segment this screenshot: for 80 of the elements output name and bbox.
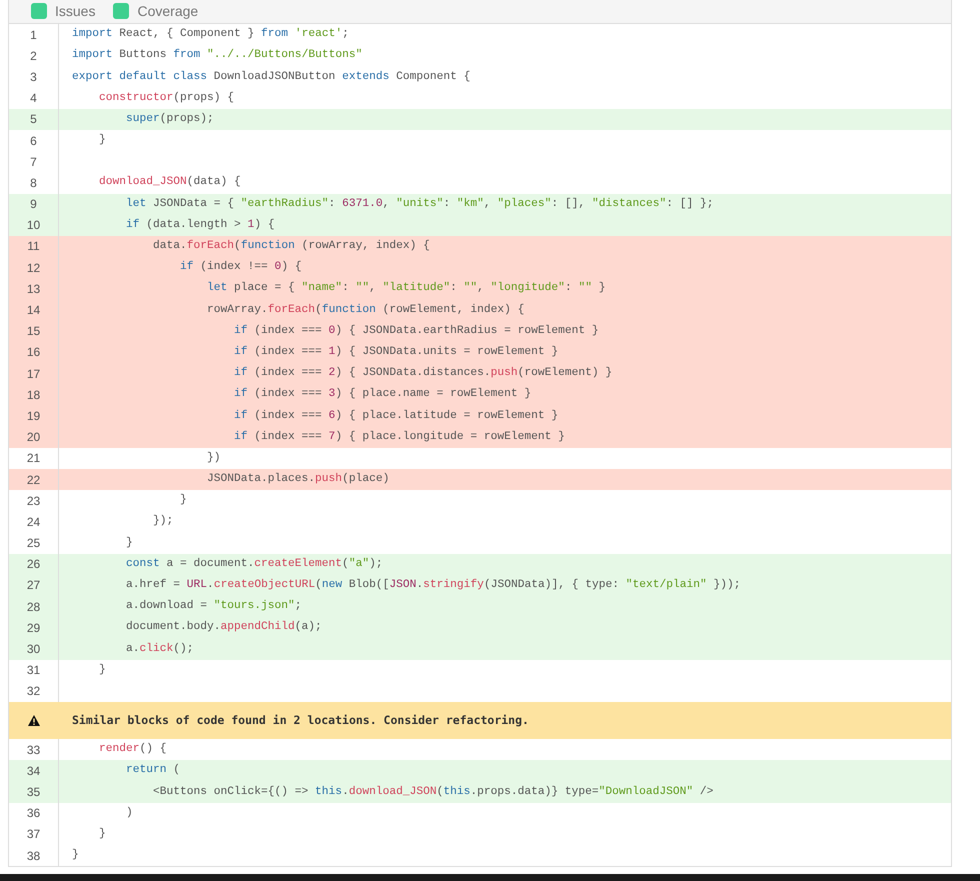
- code-line: if (data.length > 1) {: [125, 218, 275, 233]
- line-number: 21: [26, 450, 40, 468]
- code-line: }: [98, 826, 106, 842]
- code-line: let place = { "name": "", "latitude": "", "longitude": "" }: [206, 280, 606, 296]
- line-number: 24: [26, 514, 40, 531]
- line-number: 25: [26, 535, 40, 552]
- filter-label: Coverage: [137, 3, 198, 19]
- code-line: <Buttons onClick={() => this.download_JSON(this.props.data)} type="DownloadJSON" />: [152, 784, 714, 800]
- code-line: if (index === 3) { place.name = rowElement }: [233, 386, 532, 402]
- code-line: let JSONData = { "earthRadius": 6371.0, "units": "km", "places": [], "distances": [] };: [125, 196, 714, 212]
- line-number: 35: [26, 784, 40, 801]
- line-number: 38: [26, 848, 40, 865]
- code-line: ): [125, 806, 133, 821]
- code-line: });: [152, 514, 174, 530]
- line-number: 20: [26, 429, 40, 446]
- code-line: }: [98, 132, 106, 148]
- code-line: render() {: [98, 742, 167, 758]
- code-line: if (index === 7) { place.longitude = rowElement }: [233, 430, 565, 445]
- line-number: 27: [26, 577, 40, 594]
- checkbox[interactable]: [31, 3, 47, 19]
- line-number: 16: [26, 344, 40, 362]
- code-line: if (index !== 0) {: [179, 260, 302, 276]
- line-number: 31: [26, 662, 40, 680]
- line-number: 15: [26, 323, 40, 340]
- line-number: 1: [30, 26, 37, 44]
- code-line: import React, { Component } from 'react';: [72, 26, 349, 42]
- code-line: if (index === 2) { JSONData.distances.push(rowElement) }: [233, 366, 612, 382]
- line-number: 32: [26, 683, 40, 700]
- line-number: 2: [30, 48, 37, 65]
- line-number: 6: [30, 132, 37, 150]
- code-line: super(props);: [125, 112, 214, 127]
- line-number: 36: [26, 805, 40, 822]
- code-line: const a = document.createElement("a");: [125, 556, 383, 572]
- code-line: a.download = "tours.json";: [125, 598, 302, 614]
- line-number: 28: [26, 598, 40, 616]
- code-line: if (index === 6) { place.latitude = rowElement }: [233, 408, 558, 424]
- code-line: }: [72, 848, 79, 864]
- code-line: a.click();: [125, 642, 194, 657]
- code-line: }: [179, 492, 187, 508]
- line-number: 29: [26, 620, 40, 637]
- line-number: 9: [30, 196, 37, 214]
- filter-label: Issues: [55, 3, 96, 19]
- code-line: import Buttons from "../../Buttons/Buttons": [72, 48, 362, 64]
- code-line: JSONData.places.push(place): [206, 472, 390, 488]
- code-line: }: [125, 536, 133, 551]
- line-number: 4: [30, 90, 37, 108]
- line-number: 34: [26, 762, 40, 780]
- code-line: }: [98, 662, 106, 678]
- code-line: if (index === 0) { JSONData.earthRadius = rowElement }: [233, 324, 599, 339]
- line-number: 12: [26, 260, 40, 277]
- code-line: export default class DownloadJSONButton extends Component {: [72, 70, 470, 85]
- code-line: document.body.appendChild(a);: [125, 620, 322, 636]
- line-number: 10: [26, 217, 40, 234]
- issue-message: Similar blocks of code found in 2 locations. Consider refactoring.: [72, 712, 529, 729]
- code-line: download_JSON(data) {: [98, 174, 241, 190]
- checkbox[interactable]: [113, 3, 130, 19]
- code-line: data.forEach(function (rowArray, index) {: [152, 238, 430, 254]
- code-line: return (: [125, 762, 180, 778]
- line-number: 7: [30, 154, 37, 171]
- line-number: 8: [30, 174, 37, 192]
- line-number: 30: [26, 641, 40, 658]
- line-number: 17: [26, 366, 40, 383]
- line-number: 33: [26, 742, 40, 759]
- line-number: 23: [26, 492, 40, 510]
- line-number: 14: [26, 302, 40, 320]
- code-line: a.href = URL.createObjectURL(new Blob([JSON.stringify(JSONData)], { type: "text/plain" }));: [125, 578, 740, 594]
- code-line: constructor(props) {: [98, 90, 234, 106]
- line-number: 26: [26, 556, 40, 574]
- line-number: 37: [26, 826, 40, 844]
- warning-icon: [28, 715, 40, 726]
- code-line: }): [206, 450, 221, 466]
- line-number: 19: [26, 408, 40, 425]
- line-number: 3: [30, 68, 37, 86]
- line-number: 11: [27, 238, 40, 256]
- line-number: 18: [26, 386, 40, 404]
- line-number: 5: [30, 111, 37, 128]
- code-line: rowArray.forEach(function (rowElement, index) {: [206, 302, 524, 318]
- line-number: 22: [26, 472, 40, 489]
- code-line: if (index === 1) { JSONData.units = rowElement }: [233, 344, 558, 360]
- line-number: 13: [26, 280, 40, 298]
